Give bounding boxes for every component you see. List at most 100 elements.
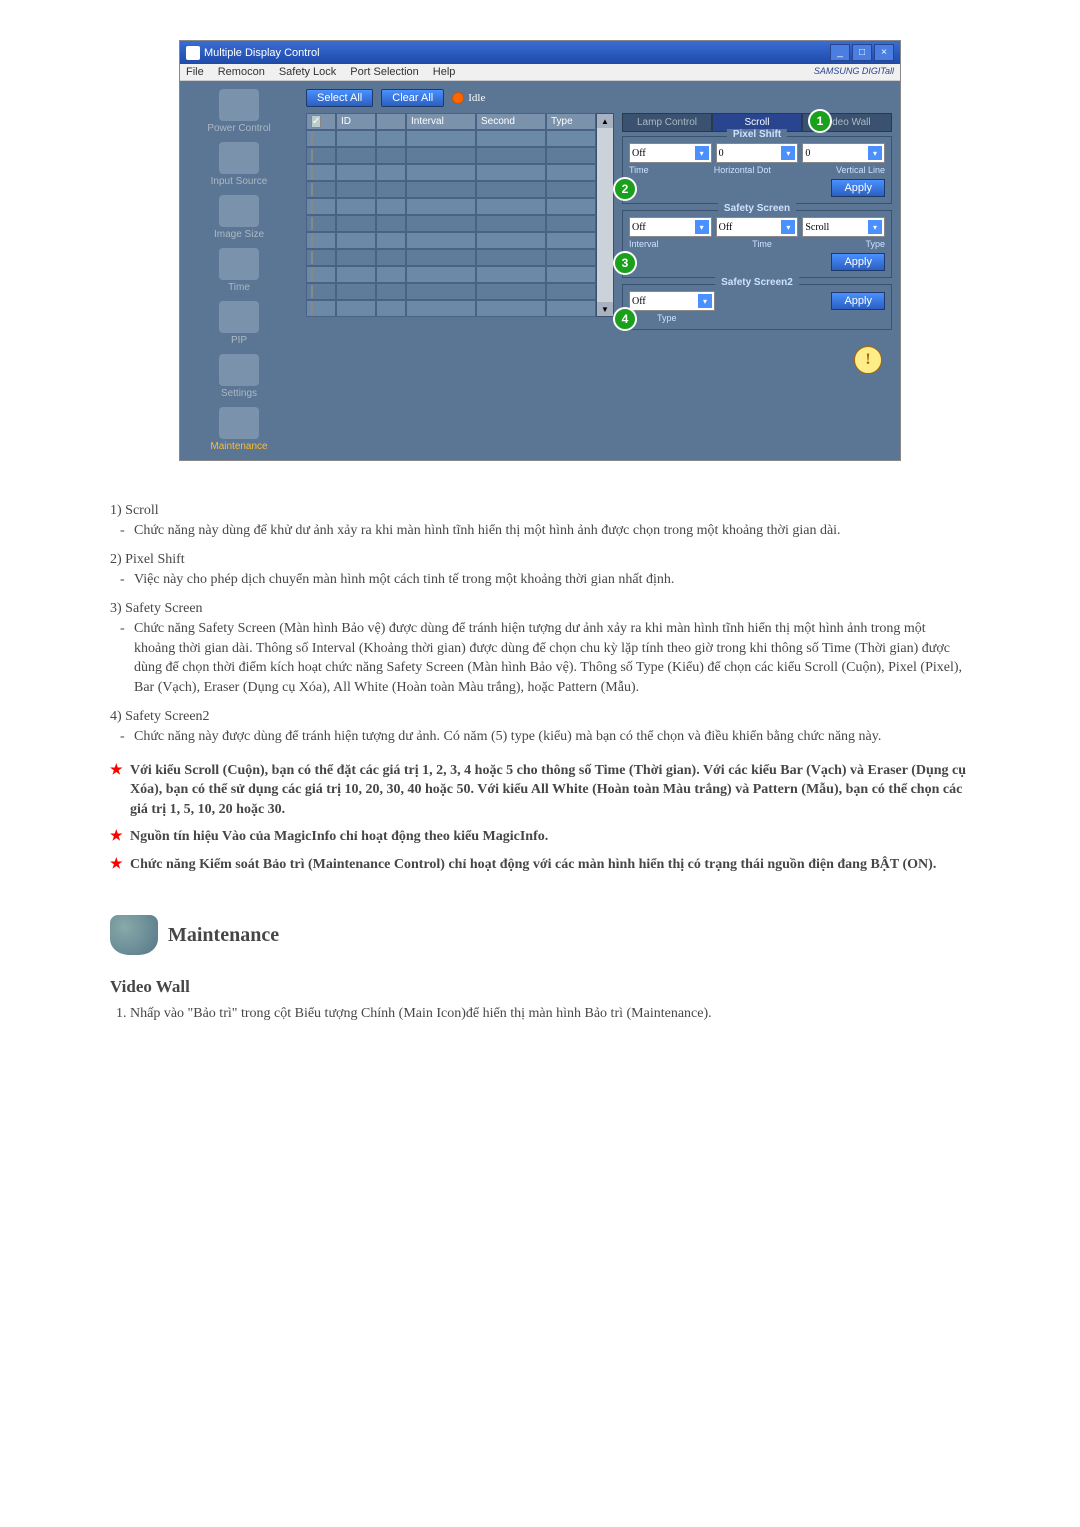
- safety-screen-interval-select[interactable]: Off▾: [629, 217, 712, 237]
- menubar: File Remocon Safety Lock Port Selection …: [180, 64, 900, 81]
- pixel-shift-hdot-select[interactable]: 0▾: [716, 143, 799, 163]
- sidebar-item-power-control[interactable]: Power Control: [184, 87, 294, 136]
- window-buttons: _ □ ×: [830, 44, 894, 61]
- vertical-scrollbar[interactable]: ▲ ▼: [596, 113, 614, 317]
- radio-dot-icon: [452, 92, 464, 104]
- menu-safety-lock[interactable]: Safety Lock: [279, 66, 336, 78]
- table-row[interactable]: [306, 198, 596, 215]
- table-row[interactable]: [306, 266, 596, 283]
- table-row[interactable]: [306, 147, 596, 164]
- sidebar-item-maintenance[interactable]: Maintenance: [184, 405, 294, 454]
- sidebar-item-pip[interactable]: PIP: [184, 299, 294, 348]
- select-value: Off: [632, 148, 646, 159]
- titlebar: Multiple Display Control _ □ ×: [180, 41, 900, 64]
- close-button[interactable]: ×: [874, 44, 894, 61]
- pixel-shift-vline-select[interactable]: 0▾: [802, 143, 885, 163]
- item-title: Scroll: [125, 503, 158, 518]
- chevron-down-icon: ▾: [781, 220, 795, 234]
- header-check[interactable]: ✓: [306, 113, 336, 130]
- sidebar-item-image-size[interactable]: Image Size: [184, 193, 294, 242]
- callout-2: 2: [613, 177, 637, 201]
- checkbox-icon[interactable]: [311, 234, 313, 247]
- sidebar-item-label: Maintenance: [210, 441, 267, 452]
- table-row[interactable]: [306, 181, 596, 198]
- sidebar: Power Control Input Source Image Size Ti…: [180, 81, 298, 460]
- pixel-shift-apply-button[interactable]: Apply: [831, 179, 885, 197]
- checkbox-icon[interactable]: [311, 183, 313, 196]
- sidebar-item-time[interactable]: Time: [184, 246, 294, 295]
- chevron-down-icon: ▾: [698, 294, 712, 308]
- sidebar-item-settings[interactable]: Settings: [184, 352, 294, 401]
- select-value: Off: [632, 222, 646, 233]
- checkbox-icon[interactable]: [311, 268, 313, 281]
- checkbox-icon[interactable]: [311, 132, 313, 145]
- select-all-button[interactable]: Select All: [306, 89, 373, 107]
- header-v: [376, 113, 406, 130]
- safety-screen-apply-button[interactable]: Apply: [831, 253, 885, 271]
- doc-item: 4) Safety Screen2 Chức năng này được dùn…: [110, 707, 970, 746]
- checkbox-icon[interactable]: [311, 302, 313, 315]
- chevron-down-icon: ▾: [781, 146, 795, 160]
- menu-remocon[interactable]: Remocon: [218, 66, 265, 78]
- pip-icon: [219, 301, 259, 333]
- video-wall-step: Nhấp vào "Bảo trì" trong cột Biểu tượng …: [130, 1004, 970, 1024]
- chevron-down-icon: ▾: [868, 146, 882, 160]
- item-body: Việc này cho phép dịch chuyển màn hình m…: [110, 570, 970, 590]
- video-wall-steps: Nhấp vào "Bảo trì" trong cột Biểu tượng …: [110, 1004, 970, 1024]
- right-panel: Lamp Control Scroll Video Wall 1 Pixel S…: [622, 113, 892, 336]
- app-window: Multiple Display Control _ □ × File Remo…: [179, 40, 901, 461]
- item-title: Pixel Shift: [125, 552, 185, 567]
- table-row[interactable]: [306, 232, 596, 249]
- sidebar-item-input-source[interactable]: Input Source: [184, 140, 294, 189]
- item-title: Safety Screen2: [125, 709, 209, 724]
- header-type: Type: [546, 113, 596, 130]
- sidebar-item-label: Input Source: [211, 176, 268, 187]
- menu-help[interactable]: Help: [433, 66, 456, 78]
- star-note: Với kiểu Scroll (Cuộn), bạn có thể đặt c…: [110, 761, 970, 820]
- idle-radio[interactable]: Idle: [452, 92, 485, 104]
- maintenance-section-icon: [110, 915, 158, 955]
- scroll-down-icon[interactable]: ▼: [597, 302, 613, 316]
- sidebar-item-label: Image Size: [214, 229, 264, 240]
- checkbox-icon[interactable]: [311, 217, 313, 230]
- sidebar-item-label: Time: [228, 282, 250, 293]
- safety-screen-title: Safety Screen: [718, 203, 796, 214]
- sidebar-item-label: PIP: [231, 335, 247, 346]
- safety-screen-time-select[interactable]: Off▾: [716, 217, 799, 237]
- callout-4: 4: [613, 307, 637, 331]
- item-body: Chức năng Safety Screen (Màn hình Bảo vệ…: [110, 619, 970, 697]
- checkbox-icon[interactable]: [311, 149, 313, 162]
- pixel-shift-title: Pixel Shift: [727, 129, 787, 140]
- doc-item: 3) Safety Screen Chức năng Safety Screen…: [110, 599, 970, 697]
- checkbox-icon[interactable]: [311, 166, 313, 179]
- checkbox-icon[interactable]: [311, 285, 313, 298]
- menu-file[interactable]: File: [186, 66, 204, 78]
- label-type: Type: [657, 313, 677, 323]
- clear-all-button[interactable]: Clear All: [381, 89, 444, 107]
- menu-port-selection[interactable]: Port Selection: [350, 66, 418, 78]
- scroll-up-icon[interactable]: ▲: [597, 114, 613, 128]
- pixel-shift-fieldset: Pixel Shift Off▾ 0▾ 0▾ Time Horizontal D…: [622, 136, 892, 204]
- safety-screen2-apply-button[interactable]: Apply: [831, 292, 885, 310]
- safety-screen-fieldset: Safety Screen Off▾ Off▾ Scroll▾ Interval…: [622, 210, 892, 278]
- label-hdot: Horizontal Dot: [714, 165, 771, 175]
- table-row[interactable]: [306, 283, 596, 300]
- checkbox-icon[interactable]: [311, 200, 313, 213]
- maximize-button[interactable]: □: [852, 44, 872, 61]
- table-row[interactable]: [306, 215, 596, 232]
- checkbox-icon: ✓: [311, 115, 321, 128]
- tab-lamp-control[interactable]: Lamp Control: [622, 113, 712, 132]
- minimize-button[interactable]: _: [830, 44, 850, 61]
- label-time: Time: [752, 239, 772, 249]
- table-row[interactable]: [306, 300, 596, 317]
- item-body: Chức năng này được dùng để tránh hiện tư…: [110, 727, 970, 747]
- table-row[interactable]: [306, 249, 596, 266]
- settings-icon: [219, 354, 259, 386]
- table-row[interactable]: [306, 164, 596, 181]
- checkbox-icon[interactable]: [311, 251, 313, 264]
- safety-screen2-type-select[interactable]: Off▾: [629, 291, 715, 311]
- table-row[interactable]: [306, 130, 596, 147]
- safety-screen-type-select[interactable]: Scroll▾: [802, 217, 885, 237]
- pixel-shift-time-select[interactable]: Off▾: [629, 143, 712, 163]
- power-icon: [219, 89, 259, 121]
